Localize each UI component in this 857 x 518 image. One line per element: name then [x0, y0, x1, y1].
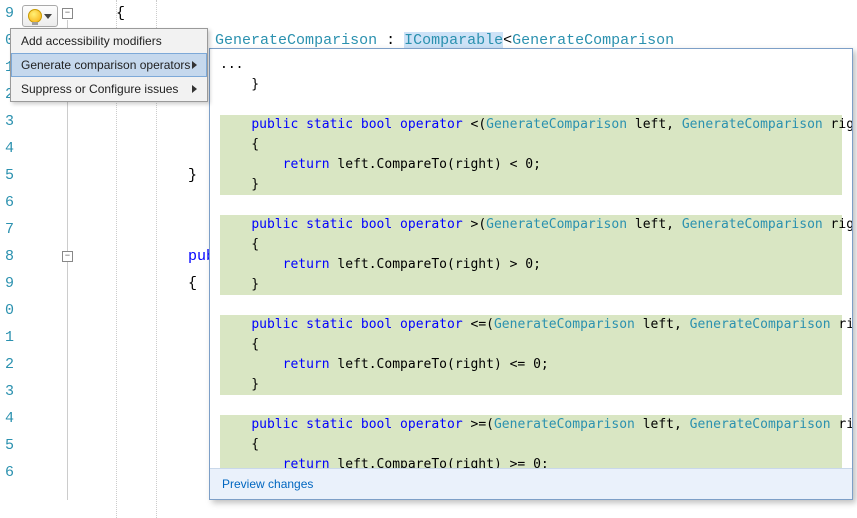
fold-toggle-icon[interactable]: − — [62, 8, 73, 19]
qa-item-suppress-configure[interactable]: Suppress or Configure issues — [11, 77, 207, 101]
preview-changes-link[interactable]: Preview changes — [222, 477, 313, 491]
preview-code-area: ... } public static bool operator <(Gene… — [210, 49, 852, 468]
preview-footer: Preview changes — [210, 468, 852, 499]
submenu-arrow-icon — [192, 61, 197, 69]
quick-actions-menu: Add accessibility modifiers Generate com… — [10, 28, 208, 102]
qa-item-add-accessibility[interactable]: Add accessibility modifiers — [11, 29, 207, 53]
qa-item-generate-comparison[interactable]: Generate comparison operators — [11, 53, 207, 77]
code-preview-flyout: ... } public static bool operator <(Gene… — [209, 48, 853, 500]
submenu-arrow-icon — [192, 85, 197, 93]
lightbulb-icon — [28, 9, 42, 23]
chevron-down-icon — [44, 14, 52, 19]
quick-actions-lightbulb-button[interactable] — [22, 5, 58, 27]
fold-toggle-icon[interactable]: − — [62, 251, 73, 262]
